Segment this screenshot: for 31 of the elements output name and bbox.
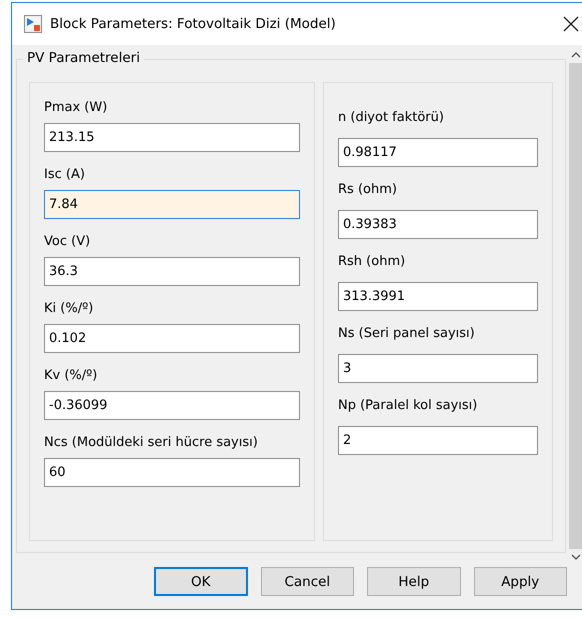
window-title: Block Parameters: Fotovoltaik Dizi (Model) [50,16,336,32]
field-label: Isc (A) [44,166,86,184]
close-icon[interactable] [563,16,579,32]
field-label: Ki (%/º) [44,300,94,318]
field-label: n (diyot faktörü) [338,109,445,127]
input-field[interactable]: 313.3991 [338,282,538,311]
field-label: Rsh (ohm) [338,253,406,271]
input-field[interactable]: 3 [338,354,538,383]
input-field[interactable]: 7.84 [44,190,300,219]
field-label: Rs (ohm) [338,181,398,199]
input-field[interactable]: 0.39383 [338,210,538,239]
input-field[interactable]: 0.98117 [338,138,538,167]
input-field[interactable]: 0.102 [44,324,300,353]
chevron-up-icon[interactable] [571,51,581,59]
field-label: Kv (%/º) [44,367,98,385]
dialog-button[interactable]: Help [367,567,461,596]
field-label: Ncs (Modüldeki seri hücre sayısı) [44,434,259,452]
field-label: Pmax (W) [44,99,108,117]
dialog-button[interactable]: Apply [474,567,567,596]
input-field[interactable]: 60 [44,458,300,487]
field-label: Voc (V) [44,233,92,251]
dialog-button[interactable]: OK [154,567,248,596]
input-field[interactable]: -0.36099 [44,391,300,420]
input-field[interactable]: 213.15 [44,123,300,152]
field-label: Np (Paralel kol sayısı) [338,397,478,415]
chevron-down-icon[interactable] [571,553,581,561]
dialog-button[interactable]: Cancel [260,567,354,596]
block-icon [24,15,42,33]
field-label: Ns (Seri panel sayısı) [338,325,476,343]
input-field[interactable]: 36.3 [44,257,300,286]
input-field[interactable]: 2 [338,426,538,455]
